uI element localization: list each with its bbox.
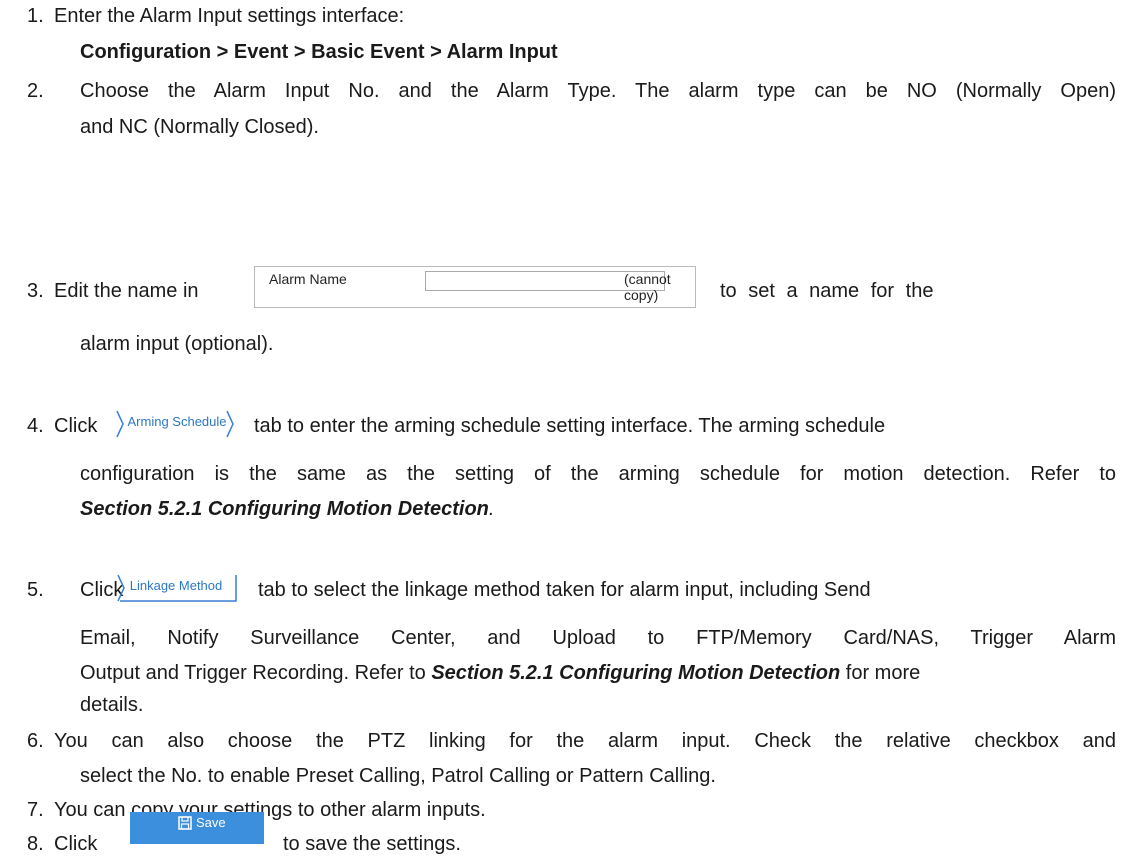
step-text: Email, Notify Surveillance Center, and U… <box>80 627 1116 649</box>
step-number: 2. <box>27 80 44 102</box>
save-icon <box>178 816 192 830</box>
alarm-name-widget: Alarm Name (cannot copy) <box>254 266 696 308</box>
save-button[interactable]: Save <box>130 812 264 844</box>
step-text: Edit the name in <box>54 280 199 302</box>
step-text: tab to select the linkage method taken f… <box>258 579 871 601</box>
step-number: 7. <box>27 799 44 821</box>
period: . <box>488 498 495 520</box>
step-number: 4. <box>27 415 44 437</box>
tab-label: Arming Schedule <box>127 414 227 429</box>
step-number: 5. <box>27 579 44 601</box>
step-text: Output and Trigger Recording. Refer to <box>80 662 432 684</box>
step-text: to set a name for the <box>720 280 934 302</box>
step-number: 8. <box>27 833 44 855</box>
step-text: You can also choose the PTZ linking for … <box>54 730 1116 752</box>
section-ref-text: Section 5.2.1 Configuring Motion Detecti… <box>80 498 489 520</box>
save-label: Save <box>196 815 226 830</box>
step-text: for more <box>840 662 921 684</box>
linkage-method-tab[interactable]: Linkage Method <box>114 573 238 603</box>
step-text: and NC (Normally Closed). <box>80 116 319 138</box>
section-reference: Section 5.2.1 Configuring Motion Detecti… <box>80 495 494 523</box>
alarm-name-label: Alarm Name <box>269 271 347 287</box>
step-text-line: Output and Trigger Recording. Refer to S… <box>80 659 920 687</box>
step-text: configuration is the same as the setting… <box>80 463 1116 485</box>
step-number: 1. <box>27 5 44 27</box>
step-text: Enter the Alarm Input settings interface… <box>54 5 405 27</box>
step-text: tab to enter the arming schedule setting… <box>254 415 886 437</box>
step-text: You can copy your settings to other alar… <box>54 799 486 821</box>
step-number: 3. <box>27 280 44 302</box>
step-text: details. <box>80 694 144 716</box>
arming-schedule-tab[interactable]: Arming Schedule <box>113 409 241 439</box>
tab-label: Linkage Method <box>129 578 223 593</box>
step-text: alarm input (optional). <box>80 333 274 355</box>
menu-path: Configuration > Event > Basic Event > Al… <box>80 41 558 63</box>
step-number: 6. <box>27 730 44 752</box>
step-text: Click <box>54 415 98 437</box>
step-text: to save the settings. <box>283 833 461 855</box>
step-text: Click <box>54 833 98 855</box>
cannot-copy-hint: (cannot copy) <box>624 271 671 303</box>
section-reference: Section 5.2.1 Configuring Motion Detecti… <box>431 662 841 684</box>
step-text: select the No. to enable Preset Calling,… <box>80 765 716 787</box>
step-text: Choose the Alarm Input No. and the Alarm… <box>80 80 1116 102</box>
